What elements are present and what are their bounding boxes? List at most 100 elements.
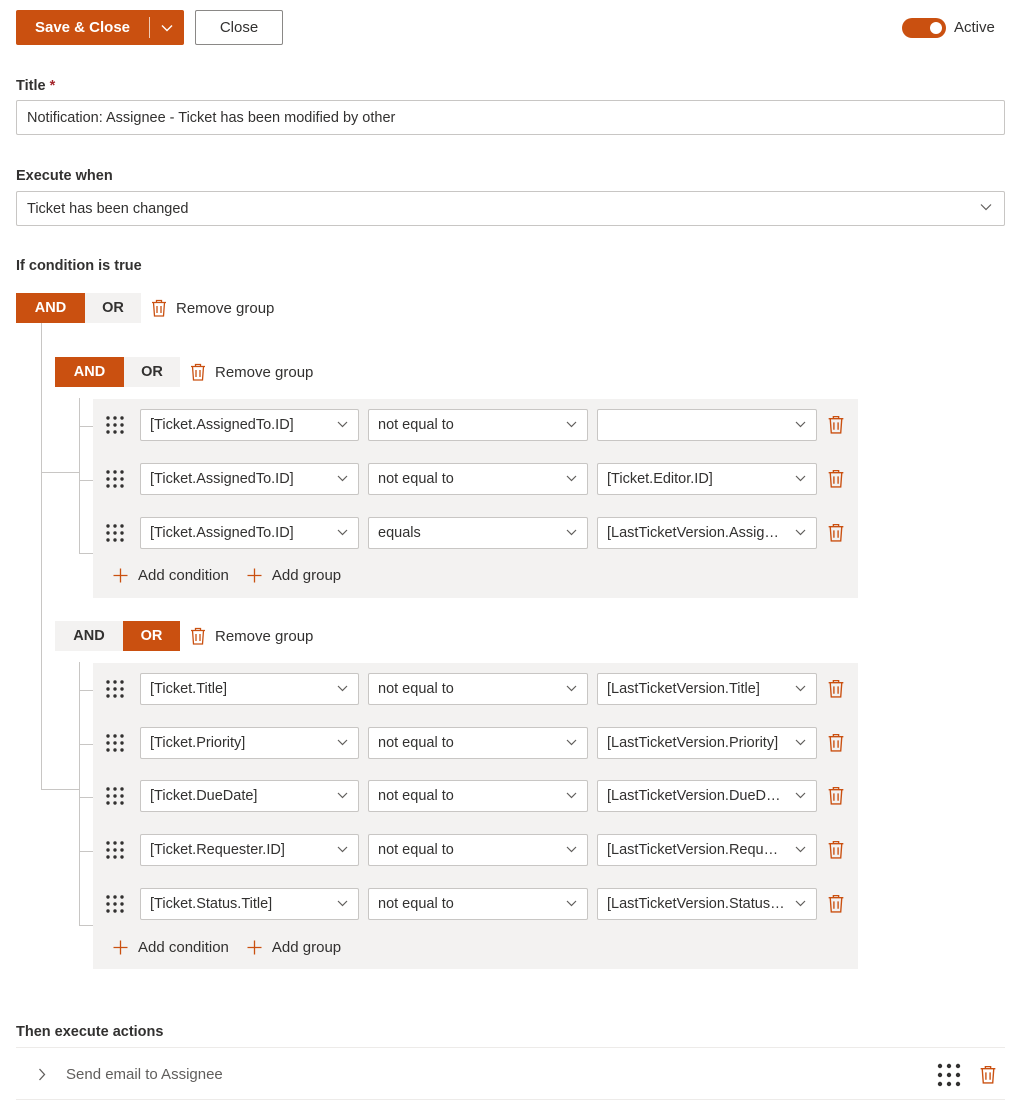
- drag-handle-icon[interactable]: [106, 416, 124, 434]
- add-condition-button[interactable]: Add condition: [113, 567, 229, 584]
- field-dropdown[interactable]: [Ticket.Status.Title]: [140, 888, 359, 920]
- field-dropdown[interactable]: [Ticket.AssignedTo.ID]: [140, 463, 359, 495]
- title-input-value: Notification: Assignee - Ticket has been…: [27, 109, 396, 126]
- chevron-down-icon: [566, 475, 577, 482]
- trash-icon[interactable]: [826, 732, 846, 753]
- tree-line: [79, 690, 93, 691]
- title-label-text: Title: [16, 78, 46, 94]
- tree-line: [79, 480, 93, 481]
- trash-icon[interactable]: [826, 678, 846, 699]
- chevron-down-icon: [566, 846, 577, 853]
- value-dropdown[interactable]: [LastTicketVersion.DueDate]: [597, 780, 817, 812]
- operator-value: not equal to: [378, 788, 454, 804]
- value-dropdown[interactable]: [LastTicketVersion.Title]: [597, 673, 817, 705]
- save-close-button[interactable]: Save & Close: [16, 10, 184, 45]
- field-value: [Ticket.Title]: [150, 681, 228, 697]
- add-group-button[interactable]: Add group: [247, 567, 341, 584]
- required-mark: *: [49, 78, 56, 94]
- drag-handle-icon[interactable]: [106, 524, 124, 542]
- plus-icon: [247, 568, 262, 582]
- save-options-dropdown[interactable]: [150, 10, 184, 45]
- action-item[interactable]: Send email to Assignee: [16, 1047, 1005, 1100]
- field-dropdown[interactable]: [Ticket.Requester.ID]: [140, 834, 359, 866]
- condition-row: [Ticket.Requester.ID] not equal to [Last…: [93, 824, 858, 878]
- drag-handle-icon[interactable]: [106, 895, 124, 913]
- operator-dropdown[interactable]: not equal to: [368, 673, 588, 705]
- drag-handle-icon[interactable]: [106, 470, 124, 488]
- and-option[interactable]: AND: [16, 293, 85, 323]
- chevron-down-icon: [337, 685, 348, 692]
- trash-icon[interactable]: [826, 785, 846, 806]
- condition-group-1: [Ticket.AssignedTo.ID] not equal to [Tic…: [93, 399, 858, 598]
- chevron-down-icon: [566, 421, 577, 428]
- trash-icon[interactable]: [826, 414, 846, 435]
- tree-line: [79, 398, 80, 553]
- operator-dropdown[interactable]: equals: [368, 517, 588, 549]
- root-operator-toggle[interactable]: AND OR: [16, 293, 141, 323]
- operator-dropdown[interactable]: not equal to: [368, 834, 588, 866]
- chevron-down-icon: [161, 24, 173, 31]
- chevron-down-icon: [795, 529, 806, 536]
- trash-icon[interactable]: [826, 468, 846, 489]
- drag-handle-icon[interactable]: [106, 734, 124, 752]
- remove-root-group-button[interactable]: Remove group: [150, 298, 274, 318]
- chevron-down-icon: [337, 529, 348, 536]
- condition-row: [Ticket.Title] not equal to [LastTicketV…: [93, 663, 858, 717]
- add-condition-button[interactable]: Add condition: [113, 939, 229, 956]
- operator-dropdown[interactable]: not equal to: [368, 409, 588, 441]
- operator-dropdown[interactable]: not equal to: [368, 888, 588, 920]
- condition-row: [Ticket.AssignedTo.ID] not equal to [Tic…: [93, 453, 858, 507]
- chevron-down-icon: [795, 792, 806, 799]
- condition-row: [Ticket.Priority] not equal to [LastTick…: [93, 717, 858, 771]
- field-dropdown[interactable]: [Ticket.Priority]: [140, 727, 359, 759]
- field-dropdown[interactable]: [Ticket.Title]: [140, 673, 359, 705]
- value-dropdown[interactable]: [LastTicketVersion.Requester.ID]: [597, 834, 817, 866]
- remove-group-2-button[interactable]: Remove group: [189, 626, 313, 646]
- value-dropdown[interactable]: [Ticket.Editor.ID]: [597, 463, 817, 495]
- chevron-down-icon: [566, 900, 577, 907]
- drag-handle-icon[interactable]: [106, 680, 124, 698]
- value-dropdown[interactable]: [597, 409, 817, 441]
- and-option[interactable]: AND: [55, 621, 123, 651]
- group-2-operator-toggle[interactable]: AND OR: [55, 621, 180, 651]
- trash-icon: [191, 627, 205, 645]
- field-value: [Ticket.Status.Title]: [150, 896, 273, 912]
- and-option[interactable]: AND: [55, 357, 124, 387]
- field-dropdown[interactable]: [Ticket.AssignedTo.ID]: [140, 517, 359, 549]
- trash-icon[interactable]: [826, 839, 846, 860]
- trash-icon[interactable]: [826, 893, 846, 914]
- or-option[interactable]: OR: [124, 357, 180, 387]
- field-dropdown[interactable]: [Ticket.DueDate]: [140, 780, 359, 812]
- trash-icon[interactable]: [978, 1064, 998, 1085]
- value-dropdown[interactable]: [LastTicketVersion.Priority]: [597, 727, 817, 759]
- drag-handle-icon[interactable]: [937, 1063, 961, 1087]
- chevron-down-icon: [795, 685, 806, 692]
- operator-dropdown[interactable]: not equal to: [368, 463, 588, 495]
- save-close-label[interactable]: Save & Close: [16, 10, 149, 45]
- condition-row: [Ticket.Status.Title] not equal to [Last…: [93, 878, 858, 932]
- operator-dropdown[interactable]: not equal to: [368, 780, 588, 812]
- active-toggle[interactable]: [902, 18, 946, 38]
- tree-line: [79, 426, 93, 427]
- toggle-knob: [930, 22, 942, 34]
- value-dropdown[interactable]: [LastTicketVersion.Status.Title]: [597, 888, 817, 920]
- drag-handle-icon[interactable]: [106, 787, 124, 805]
- title-input[interactable]: Notification: Assignee - Ticket has been…: [16, 100, 1005, 135]
- drag-handle-icon[interactable]: [106, 841, 124, 859]
- operator-value: not equal to: [378, 896, 454, 912]
- close-button[interactable]: Close: [195, 10, 283, 45]
- chevron-down-icon: [337, 475, 348, 482]
- operator-dropdown[interactable]: not equal to: [368, 727, 588, 759]
- or-option[interactable]: OR: [85, 293, 141, 323]
- or-option[interactable]: OR: [123, 621, 180, 651]
- chevron-right-icon[interactable]: [38, 1068, 46, 1081]
- execute-when-select[interactable]: Ticket has been changed: [16, 191, 1005, 226]
- add-group-button[interactable]: Add group: [247, 939, 341, 956]
- trash-icon[interactable]: [826, 522, 846, 543]
- add-group-label: Add group: [271, 938, 342, 956]
- remove-group-1-button[interactable]: Remove group: [189, 362, 313, 382]
- chevron-down-icon: [795, 846, 806, 853]
- field-dropdown[interactable]: [Ticket.AssignedTo.ID]: [140, 409, 359, 441]
- group-1-operator-toggle[interactable]: AND OR: [55, 357, 180, 387]
- value-dropdown[interactable]: [LastTicketVersion.AssignedTo.ID]: [597, 517, 817, 549]
